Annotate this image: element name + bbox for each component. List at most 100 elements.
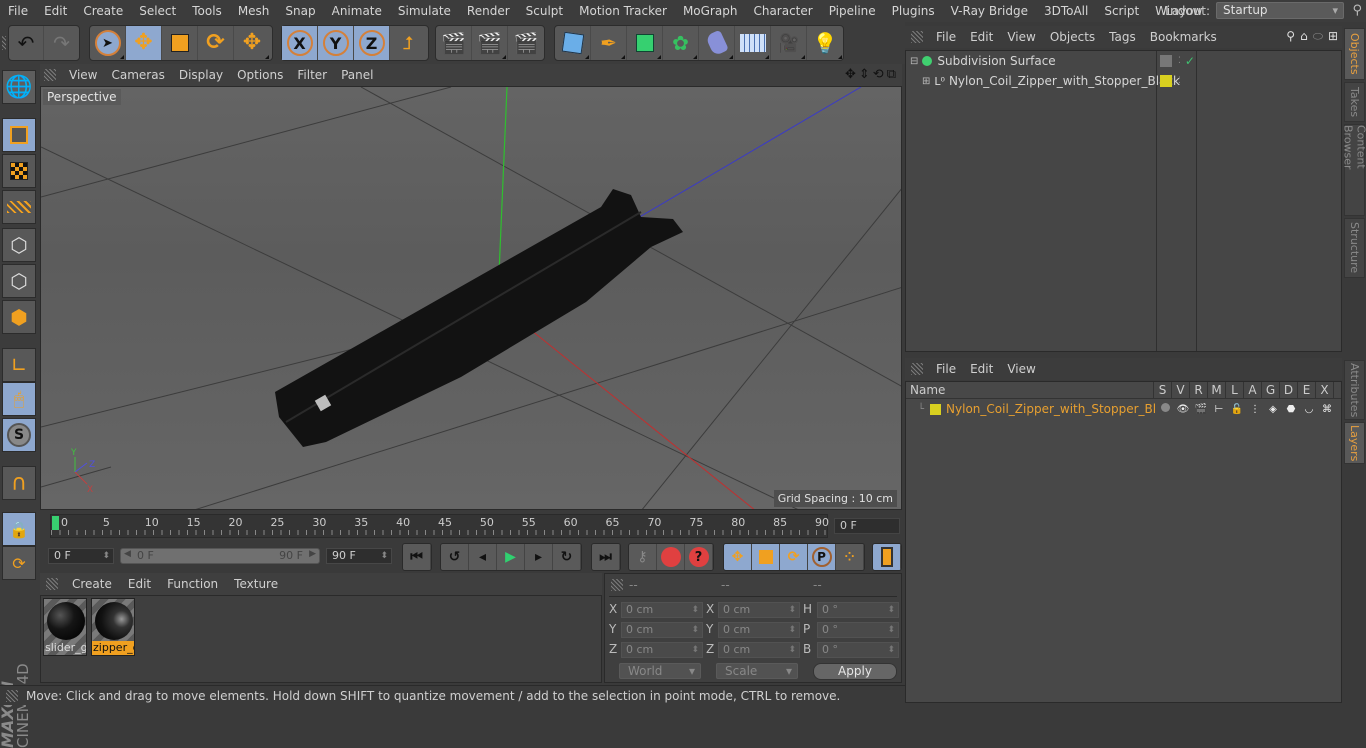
axis-mode-button[interactable]: ∟	[2, 348, 36, 382]
y-axis-lock-button[interactable]: Y	[318, 26, 354, 60]
x-axis-lock-button[interactable]: X	[282, 26, 318, 60]
3d-viewport[interactable]: Y Z X Perspective Grid Spacing : 10 cm	[40, 86, 902, 510]
points-mode-button[interactable]: ⬡	[2, 228, 36, 262]
current-frame-field[interactable]: 0 F	[834, 518, 900, 534]
object-row[interactable]: ⊞ L⁰ Nylon_Coil_Zipper_with_Stopper_Blac…	[906, 71, 1180, 91]
layout-dropdown[interactable]: Startup	[1216, 2, 1344, 19]
menu-snap[interactable]: Snap	[277, 4, 323, 18]
object-manager-grip[interactable]	[911, 31, 923, 43]
transform-type-dropdown[interactable]: Scale	[716, 663, 798, 679]
key-position-button[interactable]: ✥	[724, 544, 752, 570]
workplane-mode-button[interactable]	[2, 190, 36, 224]
toolbar-grip[interactable]	[2, 36, 6, 50]
new-window-icon[interactable]: ⊞	[1328, 29, 1338, 44]
mat-menu-function[interactable]: Function	[159, 577, 226, 591]
collapse-icon[interactable]: ⊟	[910, 56, 918, 67]
record-keys-button[interactable]: ⚷	[629, 544, 657, 570]
rotation-b-field[interactable]: 0 °	[817, 642, 899, 658]
pan-icon[interactable]: ✥	[845, 67, 856, 82]
menu-file[interactable]: File	[0, 4, 36, 18]
tab-layers[interactable]: Layers	[1344, 422, 1365, 464]
menu-vray-bridge[interactable]: V-Ray Bridge	[943, 4, 1036, 18]
object-name[interactable]: Nylon_Coil_Zipper_with_Stopper_Black	[949, 74, 1180, 88]
menu-script[interactable]: Script	[1096, 4, 1147, 18]
material-swatch[interactable]: slider_g	[43, 598, 87, 656]
visibility-dots-icon[interactable]: ⁚	[1178, 57, 1181, 66]
layer-menu-view[interactable]: View	[1000, 362, 1042, 376]
apply-button[interactable]: Apply	[813, 663, 897, 680]
timeline-ruler[interactable]: 0 5 10 15 20 25 30 35 40 45 50 55 60 65 70 75 80 85 90	[50, 514, 829, 538]
menu-create[interactable]: Create	[75, 4, 131, 18]
expand-icon[interactable]: ⊞	[922, 76, 930, 87]
animation-icon[interactable]: ⋮	[1246, 404, 1264, 415]
timeline-window-button[interactable]	[873, 544, 901, 570]
menu-select[interactable]: Select	[131, 4, 184, 18]
undo-button[interactable]: ↶	[9, 26, 45, 60]
obj-menu-file[interactable]: File	[929, 30, 963, 44]
model-mode-button[interactable]	[2, 118, 36, 152]
layer-menu-file[interactable]: File	[929, 362, 963, 376]
generator-icon[interactable]: ◈	[1264, 404, 1282, 415]
manager-hierarchy-icon[interactable]: ⊢	[1210, 404, 1228, 415]
polygons-mode-button[interactable]: ⬢	[2, 300, 36, 334]
layer-row[interactable]: └ Nylon_Coil_Zipper_with_Stopper_Black 👁…	[906, 400, 1341, 418]
goto-start-button[interactable]: ⏮	[403, 544, 431, 570]
col-locked[interactable]: L	[1226, 382, 1244, 398]
solo-icon[interactable]	[1156, 403, 1174, 415]
col-manager[interactable]: M	[1208, 382, 1226, 398]
render-settings-button[interactable]: 🎬	[508, 26, 544, 60]
camera-label[interactable]: Perspective	[43, 89, 121, 105]
pen-spline-button[interactable]: ✒	[591, 26, 627, 60]
deformer-icon[interactable]: ⬣	[1282, 404, 1300, 415]
position-z-field[interactable]: 0 cm	[621, 642, 703, 658]
snap-button[interactable]: S	[2, 418, 36, 452]
end-frame-field[interactable]: 90 F	[326, 548, 392, 564]
tweak-mode-button[interactable]: 🖱	[2, 382, 36, 416]
layer-color-swatch[interactable]	[1160, 75, 1172, 87]
scale-tool-button[interactable]	[162, 26, 198, 60]
subdivision-button[interactable]	[627, 26, 663, 60]
layer-manager-grip[interactable]	[911, 363, 923, 375]
position-y-field[interactable]: 0 cm	[621, 622, 703, 638]
obj-menu-bookmarks[interactable]: Bookmarks	[1143, 30, 1224, 44]
layer-swatch-empty[interactable]	[1160, 55, 1172, 67]
range-slider[interactable]: ◀ 0 F 90 F ▶	[120, 548, 320, 564]
rotation-p-field[interactable]: 0 °	[817, 622, 899, 638]
render-clapper-icon[interactable]: 🎬	[1192, 404, 1210, 415]
keyframe-selection-button[interactable]: ?	[685, 544, 713, 570]
rotation-h-field[interactable]: 0 °	[817, 602, 899, 618]
orbit-icon[interactable]: ⟲	[873, 67, 884, 82]
obj-menu-tags[interactable]: Tags	[1102, 30, 1143, 44]
obj-menu-objects[interactable]: Objects	[1043, 30, 1102, 44]
tab-attributes[interactable]: Attributes	[1344, 360, 1365, 420]
col-xref[interactable]: X	[1316, 382, 1334, 398]
tab-content-browser[interactable]: Content Browser	[1342, 124, 1366, 216]
z-axis-lock-button[interactable]: Z	[354, 26, 390, 60]
col-render[interactable]: R	[1190, 382, 1208, 398]
coordinate-system-button[interactable]: ⮥	[390, 26, 426, 60]
live-selection-button[interactable]: ➤	[90, 26, 126, 60]
menu-mograph[interactable]: MoGraph	[675, 4, 746, 18]
next-key-button[interactable]: ↻	[553, 544, 581, 570]
col-deformers[interactable]: D	[1280, 382, 1298, 398]
tab-structure[interactable]: Structure	[1344, 218, 1365, 278]
xref-icon[interactable]: ⌘	[1318, 404, 1336, 415]
menu-mesh[interactable]: Mesh	[230, 4, 278, 18]
tab-takes[interactable]: Takes	[1344, 82, 1365, 122]
material-swatch[interactable]: zipper_g	[91, 598, 135, 656]
playhead[interactable]	[52, 516, 59, 530]
menu-pipeline[interactable]: Pipeline	[821, 4, 884, 18]
vp-menu-display[interactable]: Display	[172, 68, 230, 82]
lock-workplane-button[interactable]: 🔒	[2, 512, 36, 546]
light-button[interactable]: 💡	[807, 26, 843, 60]
lock-icon[interactable]: 🔓	[1228, 404, 1246, 415]
size-y-field[interactable]: 0 cm	[718, 622, 800, 638]
coord-grip[interactable]	[611, 579, 623, 591]
planar-workplane-button[interactable]: ⟳	[2, 546, 36, 580]
prev-key-button[interactable]: ↺	[441, 544, 469, 570]
col-solo[interactable]: S	[1154, 382, 1172, 398]
toggle-icon[interactable]: ⬭	[1313, 29, 1323, 44]
zipper-model[interactable]	[275, 189, 683, 447]
move-tool-button[interactable]: ✥	[126, 26, 162, 60]
material-grip[interactable]	[46, 578, 58, 590]
